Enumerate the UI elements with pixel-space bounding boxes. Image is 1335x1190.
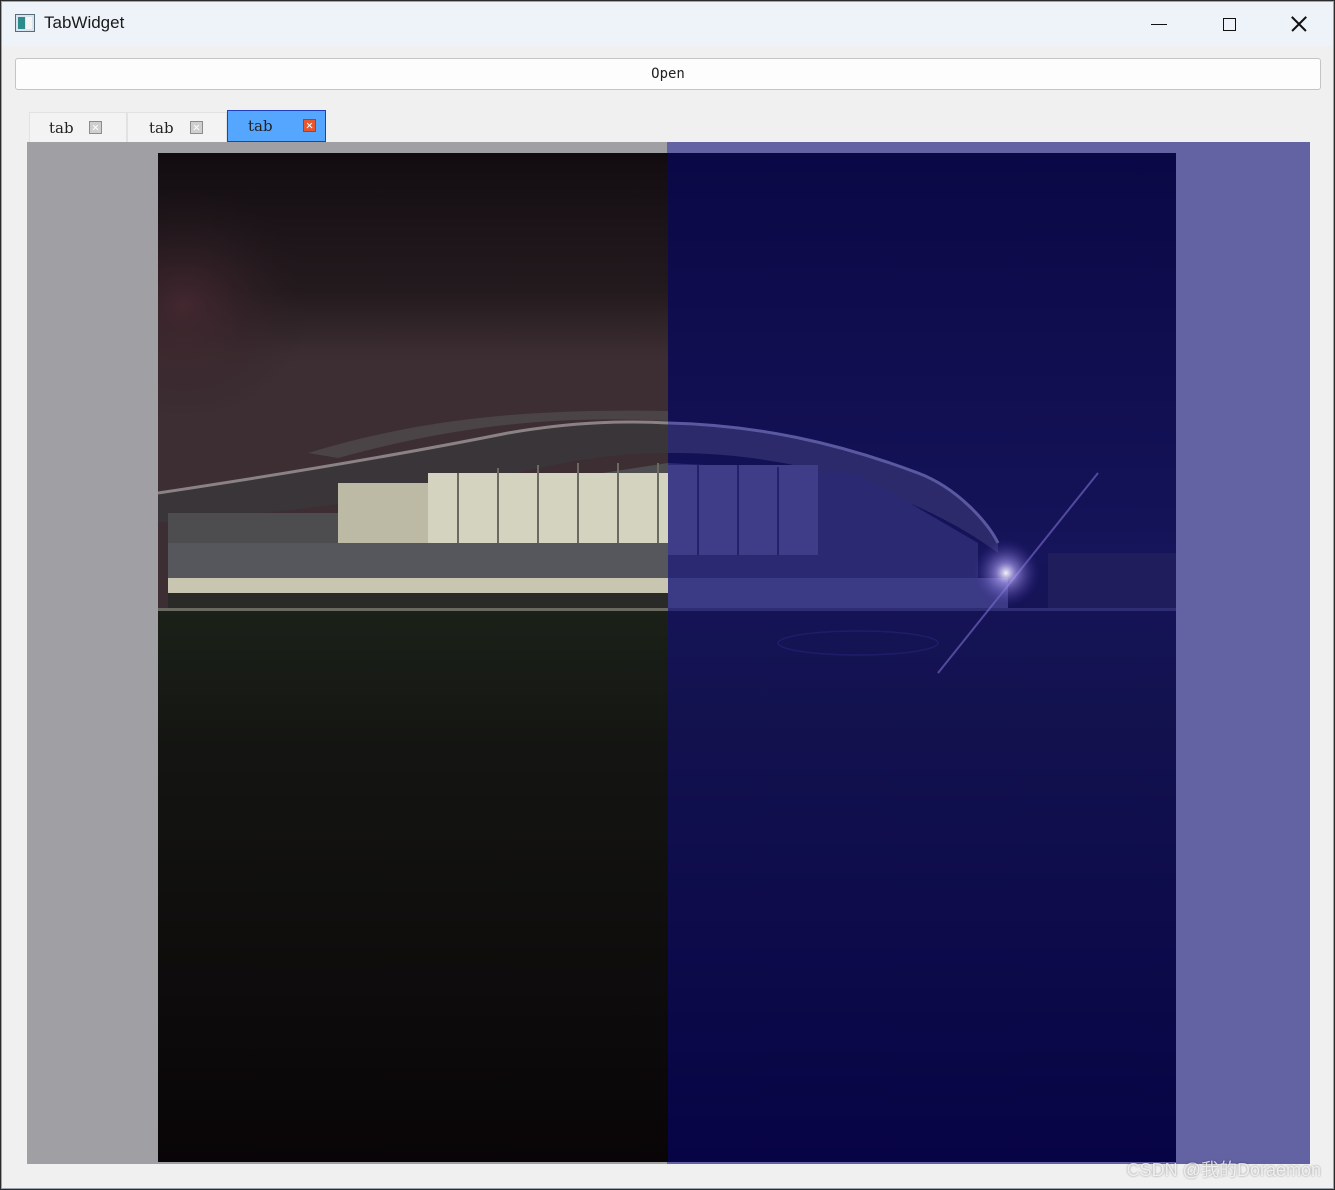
window-title: TabWidget bbox=[44, 13, 125, 32]
tab-3[interactable]: tab bbox=[227, 110, 326, 142]
tab-2[interactable]: tab bbox=[127, 112, 227, 142]
stadium-night-image bbox=[158, 153, 1176, 1162]
tab-label: tab bbox=[49, 119, 74, 137]
open-button[interactable]: Open bbox=[15, 58, 1321, 90]
app-window: TabWidget Open tab tab tab bbox=[1, 1, 1334, 1189]
tab-close-icon[interactable] bbox=[89, 121, 102, 134]
tab-label: tab bbox=[248, 117, 273, 135]
maximize-button[interactable] bbox=[1194, 2, 1264, 46]
minimize-icon bbox=[1151, 23, 1167, 25]
tab-close-icon[interactable] bbox=[303, 119, 316, 132]
app-icon bbox=[15, 14, 35, 32]
csdn-watermark: CSDN @我的Doraemon bbox=[1126, 1160, 1321, 1180]
close-window-button[interactable] bbox=[1264, 2, 1333, 46]
tab-label: tab bbox=[149, 119, 174, 137]
close-icon bbox=[1290, 15, 1308, 33]
minimize-button[interactable] bbox=[1124, 2, 1194, 46]
tab-1[interactable]: tab bbox=[29, 112, 127, 142]
tab-content-pane bbox=[27, 142, 1310, 1164]
maximize-icon bbox=[1222, 17, 1236, 31]
title-bar[interactable]: TabWidget bbox=[2, 2, 1333, 46]
tab-close-icon[interactable] bbox=[190, 121, 203, 134]
